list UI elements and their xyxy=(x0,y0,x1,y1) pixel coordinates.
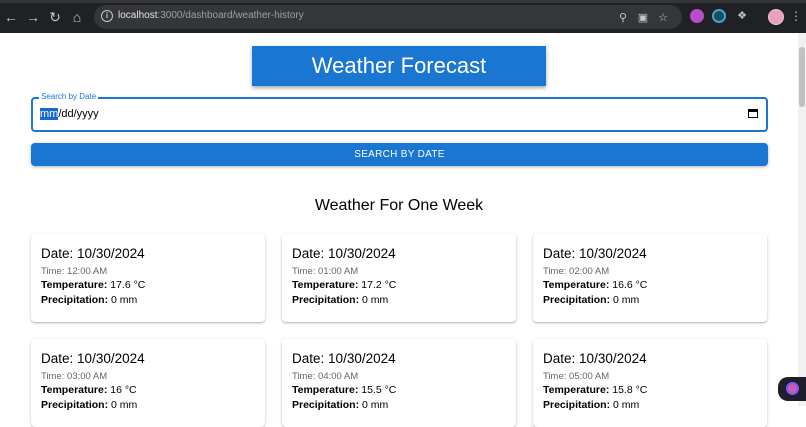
forecast-card: Date: 10/30/2024 Time: 02:00 AM Temperat… xyxy=(533,234,767,322)
forecast-precipitation: Precipitation: 0 mm xyxy=(543,399,640,411)
profile-avatar[interactable] xyxy=(768,9,784,25)
date-search-input[interactable]: mm/dd/yyyy xyxy=(40,108,99,120)
forecast-precipitation: Precipitation: 0 mm xyxy=(292,399,389,411)
forecast-temperature: Temperature: 17.2 °C xyxy=(292,279,397,291)
forecast-temperature: Temperature: 16.6 °C xyxy=(543,279,648,291)
forecast-precipitation: Precipitation: 0 mm xyxy=(292,294,389,306)
extensions-icon[interactable]: ❖ xyxy=(735,9,749,23)
forecast-time: Time: 01:00 AM xyxy=(292,266,359,277)
forecast-temperature: Temperature: 15.5 °C xyxy=(292,384,397,396)
forward-arrow-icon[interactable]: → xyxy=(24,8,42,26)
page-scrollbar[interactable] xyxy=(798,33,806,406)
url-path: :3000/dashboard/weather-history xyxy=(157,10,304,21)
forecast-temperature: Temperature: 15.8 °C xyxy=(543,384,648,396)
floating-assistant-button[interactable] xyxy=(778,377,806,401)
forecast-date: Date: 10/30/2024 xyxy=(41,246,145,261)
forecast-precipitation: Precipitation: 0 mm xyxy=(41,399,138,411)
location-icon[interactable]: ⚲ xyxy=(616,11,630,25)
date-rest-segment[interactable]: /dd/yyyy xyxy=(58,108,98,120)
home-icon[interactable]: ⌂ xyxy=(68,8,86,26)
forecast-card: Date: 10/30/2024 Time: 05:00 AM Temperat… xyxy=(533,339,767,427)
date-search-field[interactable]: Search by Date mm/dd/yyyy xyxy=(31,92,768,132)
forecast-card: Date: 10/30/2024 Time: 03:00 AM Temperat… xyxy=(31,339,265,427)
forecast-card: Date: 10/30/2024 Time: 01:00 AM Temperat… xyxy=(282,234,516,322)
forecast-date: Date: 10/30/2024 xyxy=(543,351,647,366)
reload-icon[interactable]: ↻ xyxy=(46,8,64,26)
assistant-icon xyxy=(786,382,799,395)
forecast-time: Time: 02:00 AM xyxy=(543,266,610,277)
browser-toolbar: ← → ↻ ⌂ i localhost:3000/dashboard/weath… xyxy=(0,0,806,33)
forecast-precipitation: Precipitation: 0 mm xyxy=(543,294,640,306)
date-month-segment[interactable]: mm xyxy=(40,108,59,120)
forecast-precipitation: Precipitation: 0 mm xyxy=(41,294,138,306)
section-title: Weather For One Week xyxy=(314,197,484,214)
date-search-label: Search by Date xyxy=(39,92,99,102)
site-info-icon[interactable]: i xyxy=(101,10,113,22)
back-arrow-icon[interactable]: ← xyxy=(2,8,20,26)
forecast-date: Date: 10/30/2024 xyxy=(292,351,396,366)
tab-strip xyxy=(0,0,806,3)
url-host: localhost xyxy=(118,10,158,21)
forecast-time: Time: 12:00 AM xyxy=(41,266,108,277)
cast-icon[interactable]: ▣ xyxy=(636,11,650,25)
page-title: Weather Forecast xyxy=(252,46,546,86)
forecast-temperature: Temperature: 16 °C xyxy=(41,384,137,396)
search-by-date-button[interactable]: SEARCH BY DATE xyxy=(31,143,768,166)
page-content: Weather Forecast Search by Date mm/dd/yy… xyxy=(0,33,798,427)
forecast-time: Time: 04:00 AM xyxy=(292,371,359,382)
extension-2-icon[interactable] xyxy=(712,9,726,23)
address-bar[interactable]: i localhost:3000/dashboard/weather-histo… xyxy=(94,5,682,29)
forecast-date: Date: 10/30/2024 xyxy=(292,246,396,261)
calendar-icon[interactable] xyxy=(748,109,758,118)
forecast-date: Date: 10/30/2024 xyxy=(543,246,647,261)
forecast-card: Date: 10/30/2024 Time: 12:00 AM Temperat… xyxy=(31,234,265,322)
extension-1-icon[interactable] xyxy=(690,9,704,23)
forecast-time: Time: 05:00 AM xyxy=(543,371,610,382)
forecast-time: Time: 03:00 AM xyxy=(41,371,108,382)
star-icon[interactable]: ☆ xyxy=(656,11,670,25)
forecast-date: Date: 10/30/2024 xyxy=(41,351,145,366)
forecast-temperature: Temperature: 17.6 °C xyxy=(41,279,146,291)
scrollbar-thumb[interactable] xyxy=(799,47,805,107)
menu-icon[interactable]: ⋮ xyxy=(790,8,802,24)
forecast-card: Date: 10/30/2024 Time: 04:00 AM Temperat… xyxy=(282,339,516,427)
url-text[interactable]: localhost:3000/dashboard/weather-history xyxy=(118,10,304,21)
